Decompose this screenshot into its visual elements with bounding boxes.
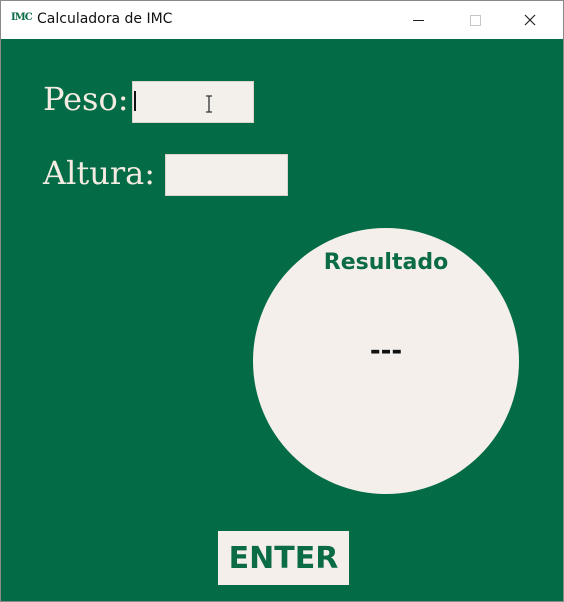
peso-label: Peso: [43,80,129,118]
text-caret [134,91,136,111]
peso-input[interactable] [132,81,254,123]
app-content: Peso: Altura: Resultado --- ENTER [1,39,563,601]
altura-label: Altura: [43,154,155,192]
altura-input[interactable] [165,154,288,196]
result-panel: Resultado --- [253,228,519,494]
minimize-button[interactable] [395,1,441,39]
maximize-button[interactable] [451,1,497,39]
title-bar: IMC Calculadora de IMC [1,1,563,39]
close-button[interactable] [507,1,553,39]
close-icon [524,14,536,26]
enter-button[interactable]: ENTER [218,531,349,585]
result-title: Resultado [323,250,449,275]
ibeam-cursor-icon [206,95,212,113]
window-title: Calculadora de IMC [37,11,173,27]
app-window: IMC Calculadora de IMC Peso: Altura: Res… [0,0,564,602]
result-value: --- [369,336,403,366]
app-logo-icon: IMC [11,12,33,23]
